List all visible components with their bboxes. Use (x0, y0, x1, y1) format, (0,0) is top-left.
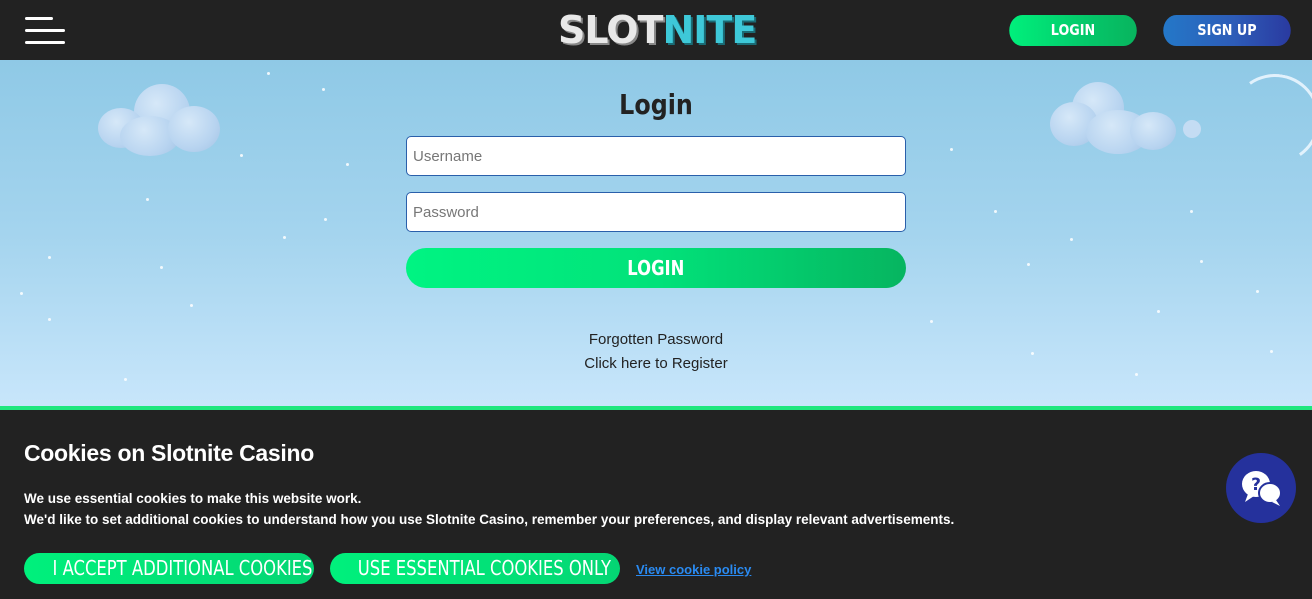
star-decoration (283, 236, 286, 239)
star-decoration (1190, 210, 1193, 213)
cookie-banner: Cookies on Slotnite Casino We use essent… (0, 406, 1312, 599)
login-submit-label: LOGIN (627, 256, 685, 280)
star-decoration (124, 378, 127, 381)
star-decoration (950, 148, 953, 151)
header-signup-button[interactable]: SIGN UP (1163, 15, 1291, 46)
login-submit-button[interactable]: LOGIN (406, 248, 906, 288)
cookie-banner-title: Cookies on Slotnite Casino (24, 440, 314, 466)
hamburger-menu-icon[interactable] (25, 17, 65, 45)
accept-additional-cookies-button[interactable]: I ACCEPT ADDITIONAL COOKIES (24, 553, 314, 584)
star-decoration (20, 292, 23, 295)
register-link[interactable]: Click here to Register (456, 355, 856, 372)
essential-cookies-label: USE ESSENTIAL COOKIES ONLY (357, 556, 612, 580)
star-decoration (346, 163, 349, 166)
header-login-label: LOGIN (1050, 21, 1096, 39)
star-decoration (1157, 310, 1160, 313)
star-decoration (267, 72, 270, 75)
star-decoration (1027, 263, 1030, 266)
star-decoration (240, 154, 243, 157)
star-decoration (322, 88, 325, 91)
star-decoration (1031, 352, 1034, 355)
star-decoration (48, 256, 51, 259)
cookie-banner-line1: We use essential cookies to make this we… (24, 491, 362, 506)
cookie-banner-line2: We'd like to set additional cookies to u… (24, 512, 955, 527)
username-input[interactable] (406, 136, 906, 176)
star-decoration (190, 304, 193, 307)
cloud-dot-decoration (1183, 120, 1201, 138)
slotnite-logo[interactable]: SLOTNITE (558, 8, 758, 52)
star-decoration (48, 318, 51, 321)
accept-cookies-label: I ACCEPT ADDITIONAL COOKIES (52, 556, 313, 580)
top-header: SLOTNITE LOGIN SIGN UP (0, 0, 1312, 60)
help-chat-button[interactable]: ? (1226, 453, 1296, 523)
essential-cookies-only-button[interactable]: USE ESSENTIAL COOKIES ONLY (330, 553, 620, 584)
header-signup-label: SIGN UP (1197, 21, 1257, 39)
login-hero: Login LOGIN Forgotten Password Click her… (0, 60, 1312, 406)
star-decoration (1070, 238, 1073, 241)
star-decoration (994, 210, 997, 213)
header-login-button[interactable]: LOGIN (1009, 15, 1137, 46)
login-title: Login (619, 88, 693, 121)
cloud-decoration (98, 80, 224, 160)
star-decoration (324, 218, 327, 221)
star-decoration (1200, 260, 1203, 263)
help-chat-icon: ? (1242, 471, 1282, 506)
password-input[interactable] (406, 192, 906, 232)
cookie-policy-link[interactable]: View cookie policy (636, 562, 751, 577)
forgotten-password-link[interactable]: Forgotten Password (456, 331, 856, 348)
cloud-decoration (1050, 80, 1180, 160)
star-decoration (160, 266, 163, 269)
star-decoration (1256, 290, 1259, 293)
star-decoration (930, 320, 933, 323)
star-decoration (1270, 350, 1273, 353)
star-decoration (1135, 373, 1138, 376)
moon-decoration (1222, 66, 1312, 172)
star-decoration (146, 198, 149, 201)
